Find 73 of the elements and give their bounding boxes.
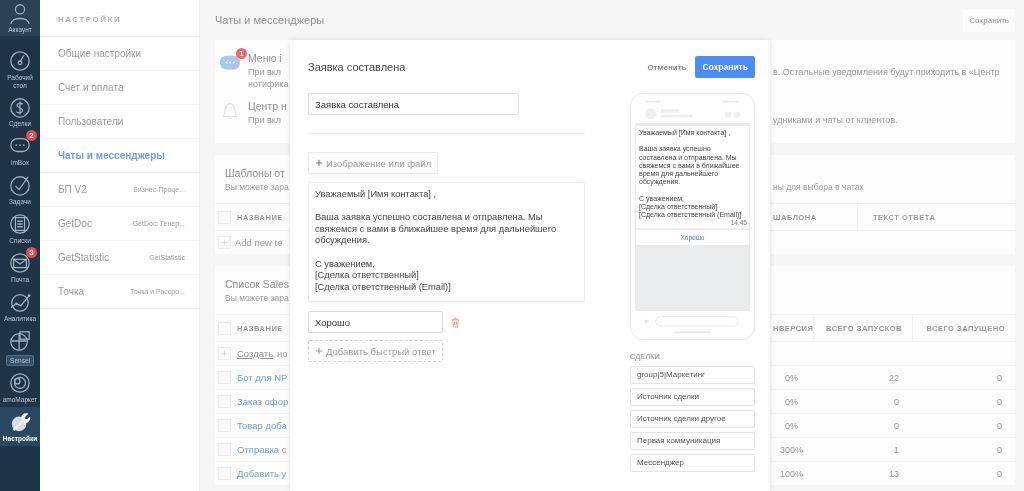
count-badge: 1 xyxy=(236,48,247,59)
description-fragment: удниками и чаты от клиентов. xyxy=(773,114,899,126)
field-tag[interactable]: Источник сделки другое xyxy=(630,410,755,428)
table-cell-text: 0% xyxy=(784,396,799,407)
save-button[interactable]: Сохранить xyxy=(963,8,1015,32)
description-fragment: в. Остальные уведомления будут приходить в «Центр xyxy=(773,66,1001,78)
notification-title: Меню i xyxy=(248,51,283,66)
description-fragment: ны для выбора в чатах xyxy=(773,181,865,193)
count-badge: 2 xyxy=(26,130,37,141)
plus-icon xyxy=(315,159,323,167)
add-text[interactable]: Add new te xyxy=(235,237,283,248)
row-link[interactable]: Товар доба xyxy=(237,420,287,431)
settings-item[interactable]: Пользователи xyxy=(40,105,199,139)
page-title: Чаты и мессенджеры xyxy=(215,14,325,26)
add-reply-button[interactable]: Добавить быстрый ответ xyxy=(308,340,443,363)
plus-icon xyxy=(315,347,323,356)
circles-icon xyxy=(9,372,31,394)
description-fragment: Вы можете зара xyxy=(225,292,290,304)
message-field[interactable]: Уважаемый [Имя контакта] , Ваша заявка успешно составлена и отправлена. Мы свяжемся с вами в ближайшее время для дальнейшего обсуждения. С уважением, [Сделка ответственный] [Сделка ответственный (Email)] xyxy=(308,182,585,303)
table-cell-text: 0 xyxy=(996,468,1003,479)
table-cell-text: 0 xyxy=(893,420,900,431)
plus-icon xyxy=(218,236,231,249)
table-cell-text: 300% xyxy=(779,444,804,455)
gauge-icon xyxy=(9,50,31,72)
row-link[interactable]: Бот для NP xyxy=(237,372,288,383)
modal-title: Заявка составлена xyxy=(308,61,406,73)
description-fragment: При вкл xyxy=(248,114,283,126)
row-link[interactable]: Заказ офор xyxy=(237,396,289,407)
person-silhouette-icon xyxy=(9,2,31,24)
row-link[interactable]: Добавить у xyxy=(237,468,287,479)
field-tag[interactable]: Первая коммуникация xyxy=(630,432,755,450)
table-cell-text: 100% xyxy=(779,468,804,479)
wrench-icon xyxy=(9,411,31,433)
table-cell-text: 22 xyxy=(888,372,900,383)
add-text: но xyxy=(277,348,288,359)
card-title: Список Sales xyxy=(225,277,290,292)
table-cell-text: 13 xyxy=(888,468,900,479)
settings-title: НАСТРОЙКИ xyxy=(40,0,199,37)
table-cell-text: 0 xyxy=(893,396,900,407)
dollar-icon xyxy=(9,96,31,118)
table-cell-text: 0 xyxy=(996,420,1003,431)
delete-icon[interactable] xyxy=(451,316,460,328)
field-tag[interactable]: Мессенджер xyxy=(630,454,755,472)
cancel-button[interactable]: Отменить xyxy=(647,62,687,72)
table-cell-text: 0 xyxy=(996,372,1003,383)
attach-button[interactable]: Изображение или файл xyxy=(308,152,439,174)
name-input-field[interactable]: Заявка составлена xyxy=(308,93,519,115)
quick-reply-field[interactable]: Хорошо xyxy=(308,311,443,334)
globe-icon xyxy=(9,330,31,352)
field-tag[interactable]: Источник сделки xyxy=(630,388,755,406)
create-link[interactable]: Создать xyxy=(237,348,274,359)
envelope-icon xyxy=(9,252,31,274)
field-tag[interactable]: group|5|Маркетинг xyxy=(630,366,755,384)
row-link[interactable]: Отправка с xyxy=(237,444,287,455)
card-title: Шаблоны от xyxy=(225,166,286,181)
save-button[interactable]: Сохранить xyxy=(695,56,755,78)
description-fragment: Вы можете зара xyxy=(225,181,290,193)
table-cell-text: 0% xyxy=(784,420,799,431)
line-chart-icon xyxy=(9,291,31,313)
settings-item[interactable]: Общие настройки xyxy=(40,37,199,71)
settings-item[interactable]: Счет и оплата xyxy=(40,71,199,105)
plus-icon xyxy=(218,347,231,360)
count-badge: 3 xyxy=(26,247,37,258)
list-icon xyxy=(9,213,31,235)
settings-item[interactable]: Чаты и мессенджеры xyxy=(40,139,199,173)
notification-title: Центр н xyxy=(248,99,287,114)
table-cell-text: 0 xyxy=(996,444,1003,455)
table-cell-text: 0% xyxy=(784,372,799,383)
description-fragment: нотифика xyxy=(248,78,289,90)
table-cell-text: 0 xyxy=(996,396,1003,407)
table-cell-text: 1 xyxy=(893,444,900,455)
checkmark-icon xyxy=(9,174,31,196)
description-fragment: При вкл xyxy=(248,66,283,78)
